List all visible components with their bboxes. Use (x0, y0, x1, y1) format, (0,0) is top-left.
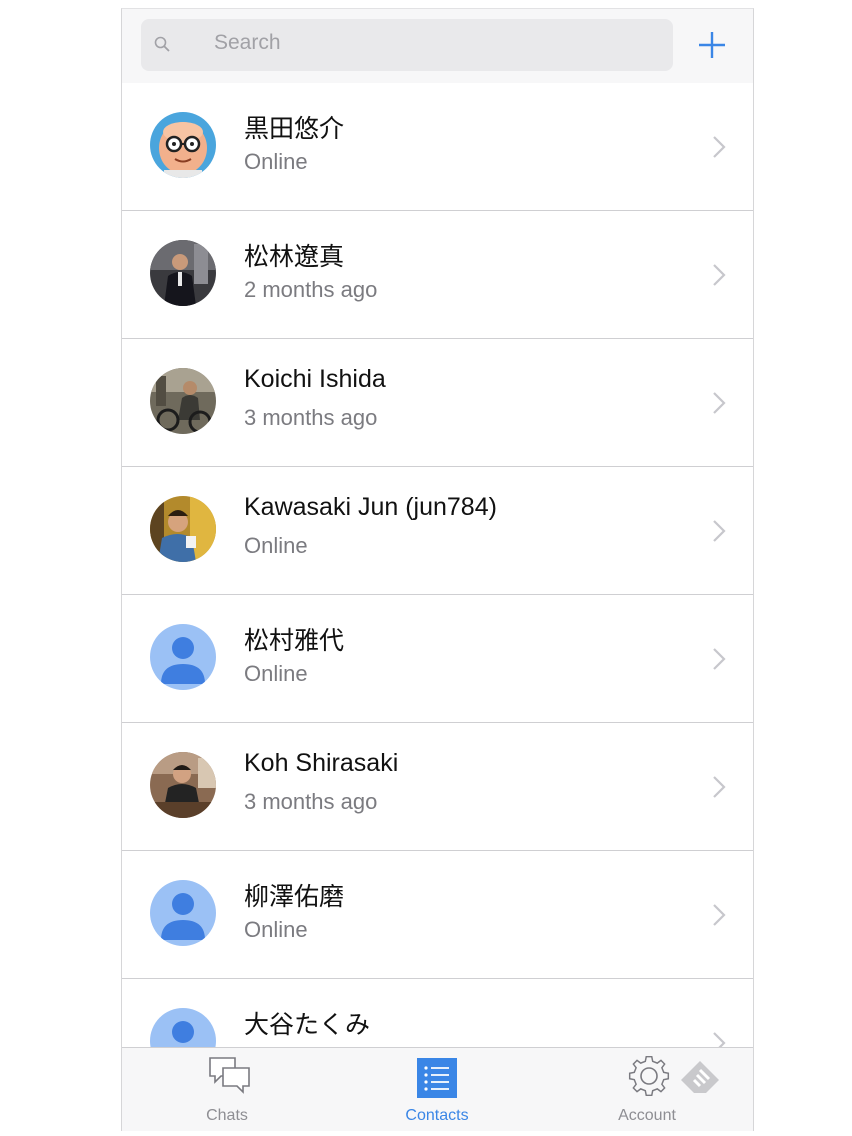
avatar (150, 240, 216, 306)
contact-status: Online (244, 661, 308, 686)
chevron-right-icon (713, 1032, 726, 1047)
contact-row[interactable]: Koichi Ishida 3 months ago (122, 339, 753, 467)
contacts-list-icon (417, 1058, 457, 1098)
contact-name: 黒田悠介 (244, 115, 345, 143)
contact-name: Koh Shirasaki (244, 749, 399, 777)
contact-row[interactable]: 松村雅代 Online (122, 595, 753, 723)
app-screen: Search 黒田悠介 Online 松林遼真 2 months ago Koi… (121, 8, 754, 1131)
contact-row[interactable]: 松林遼真 2 months ago (122, 211, 753, 339)
gear-icon (628, 1055, 670, 1097)
search-input[interactable]: Search (141, 19, 673, 71)
contact-row[interactable]: 大谷たくみ (122, 979, 753, 1047)
chevron-right-icon (713, 520, 726, 542)
contact-row[interactable]: 黒田悠介 Online (122, 83, 753, 211)
default-user-icon (150, 624, 216, 690)
search-placeholder: Search (214, 31, 281, 54)
contact-status: 3 months ago (244, 789, 378, 814)
tab-chats[interactable]: Chats (147, 1048, 307, 1131)
chevron-right-icon (713, 264, 726, 286)
tab-label: Chats (206, 1107, 248, 1124)
contact-row[interactable]: 柳澤佑磨 Online (122, 851, 753, 979)
contact-list: 黒田悠介 Online 松林遼真 2 months ago Koichi Ish… (122, 83, 753, 1047)
chevron-right-icon (713, 392, 726, 414)
contact-name: 松村雅代 (244, 627, 345, 655)
chevron-right-icon (713, 648, 726, 670)
default-user-icon (150, 880, 216, 946)
contact-status: 2 months ago (244, 277, 378, 302)
feedly-icon (681, 1061, 719, 1093)
contact-name: Koichi Ishida (244, 365, 386, 393)
search-icon (154, 36, 170, 52)
contact-name: 柳澤佑磨 (244, 883, 345, 911)
add-contact-button[interactable] (692, 25, 732, 65)
contact-row[interactable]: Koh Shirasaki 3 months ago (122, 723, 753, 851)
tab-bar: Chats Contacts Account (122, 1047, 753, 1131)
contact-name: 松林遼真 (244, 243, 345, 271)
avatar (150, 368, 216, 434)
chevron-right-icon (713, 904, 726, 926)
chevron-right-icon (713, 776, 726, 798)
tab-contacts[interactable]: Contacts (357, 1048, 517, 1131)
contact-name: 大谷たくみ (244, 1011, 371, 1039)
contact-status: Online (244, 917, 308, 942)
default-user-icon (150, 1008, 216, 1047)
chat-bubbles-icon (209, 1057, 250, 1094)
contact-name: Kawasaki Jun (jun784) (244, 493, 497, 521)
contact-status: 3 months ago (244, 405, 378, 430)
tab-label: Account (618, 1107, 676, 1124)
contact-row[interactable]: Kawasaki Jun (jun784) Online (122, 467, 753, 595)
avatar (150, 752, 216, 818)
tab-label: Contacts (405, 1107, 469, 1124)
chevron-right-icon (713, 136, 726, 158)
contact-status: Online (244, 149, 308, 174)
top-bar: Search (122, 9, 753, 84)
avatar (150, 112, 216, 178)
contact-status: Online (244, 533, 308, 558)
avatar (150, 496, 216, 562)
